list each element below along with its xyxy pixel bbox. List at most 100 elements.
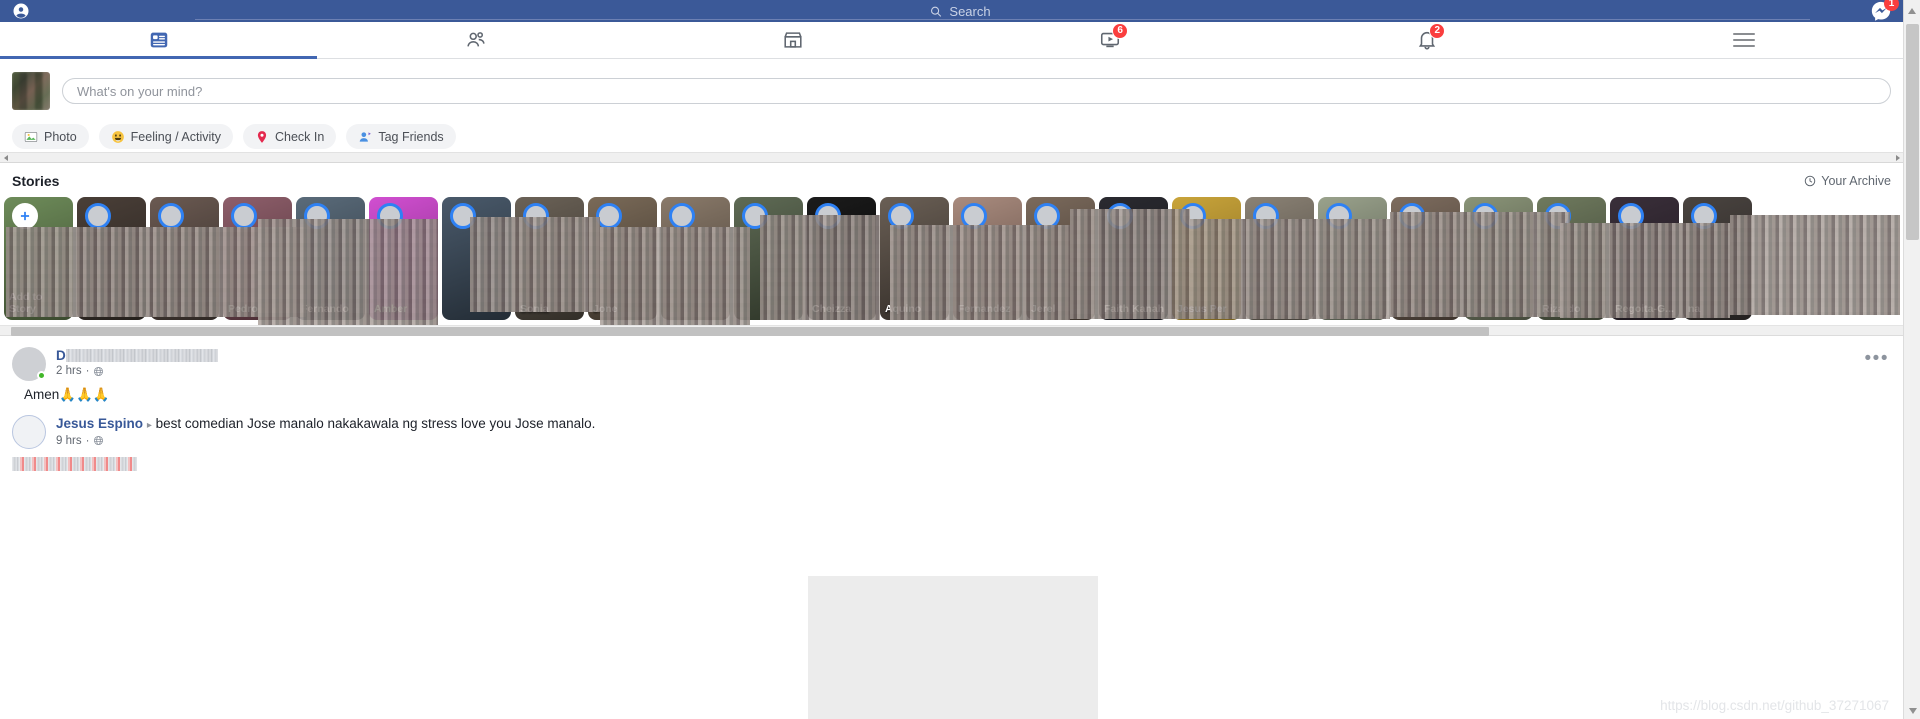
story-name: na bbox=[1688, 302, 1701, 315]
check-in-button[interactable]: Check In bbox=[243, 124, 337, 149]
shared-post-meta: Jesus Espino ▸ best comedian Jose manalo… bbox=[56, 415, 595, 449]
post-author-name[interactable]: D bbox=[56, 348, 66, 363]
globe-icon[interactable] bbox=[93, 435, 104, 446]
sidebar-item-news-feed[interactable] bbox=[0, 22, 318, 59]
story-card[interactable]: Jesus Per bbox=[1172, 197, 1241, 320]
stories-scrollbar[interactable] bbox=[0, 325, 1903, 336]
story-avatar bbox=[304, 203, 330, 229]
page-scrollbar-thumb[interactable] bbox=[1906, 24, 1919, 240]
photo-icon bbox=[24, 130, 38, 144]
story-avatar bbox=[1034, 203, 1060, 229]
story-card[interactable]: Cheizza bbox=[807, 197, 876, 320]
story-card[interactable]: Rizardo bbox=[1537, 197, 1606, 320]
composer-input[interactable]: What's on your mind? bbox=[62, 78, 1891, 104]
scroll-right-arrow[interactable] bbox=[1892, 152, 1903, 163]
story-card[interactable]: Faith Kanah bbox=[1099, 197, 1168, 320]
your-archive-button[interactable]: Your Archive bbox=[1804, 174, 1891, 188]
story-card[interactable] bbox=[1391, 197, 1460, 320]
story-card[interactable] bbox=[1464, 197, 1533, 320]
smiley-icon bbox=[111, 130, 125, 144]
globe-icon[interactable] bbox=[93, 366, 104, 377]
shared-post-author[interactable]: Jesus Espino bbox=[56, 416, 143, 431]
add-to-story-label: Add to Story bbox=[9, 290, 43, 315]
post-timestamp: 2 hrs · bbox=[56, 365, 1891, 377]
stories-scrollbar-thumb[interactable] bbox=[11, 327, 1489, 336]
search-input[interactable]: Search bbox=[949, 5, 990, 18]
shared-post-timestamp: 9 hrs · bbox=[56, 435, 595, 447]
sidebar-item-friends[interactable] bbox=[317, 22, 634, 58]
tag-friends-button[interactable]: Tag Friends bbox=[346, 124, 456, 149]
sidebar-item-watch[interactable]: 6 bbox=[952, 22, 1269, 58]
story-name: Sonia bbox=[520, 302, 549, 315]
sidebar-item-marketplace[interactable] bbox=[634, 22, 951, 58]
story-card[interactable] bbox=[661, 197, 730, 320]
tag-friends-label: Tag Friends bbox=[378, 129, 444, 144]
avatar[interactable] bbox=[12, 347, 46, 381]
friends-icon bbox=[465, 29, 487, 51]
story-card[interactable]: na bbox=[1683, 197, 1752, 320]
story-card[interactable]: Fernandez bbox=[953, 197, 1022, 320]
account-circle-icon[interactable] bbox=[12, 2, 30, 20]
feeling-activity-label: Feeling / Activity bbox=[130, 129, 221, 144]
feeling-activity-button[interactable]: Feeling / Activity bbox=[98, 124, 233, 149]
scroll-up-button[interactable] bbox=[1903, 0, 1920, 22]
story-card[interactable]: Sonia bbox=[515, 197, 584, 320]
avatar[interactable] bbox=[12, 415, 46, 449]
story-avatar bbox=[231, 203, 257, 229]
story-name: Regoita-G... bbox=[1615, 302, 1674, 315]
story-card[interactable] bbox=[77, 197, 146, 320]
story-avatar bbox=[1253, 203, 1279, 229]
story-card[interactable] bbox=[442, 197, 511, 320]
search-box[interactable]: Search bbox=[929, 5, 991, 18]
story-avatar bbox=[596, 203, 622, 229]
story-name: Jesus Per bbox=[1177, 302, 1227, 315]
stories-title: Stories bbox=[12, 173, 60, 189]
story-card[interactable]: Jone bbox=[588, 197, 657, 320]
story-card[interactable]: Regoita-G... bbox=[1610, 197, 1679, 320]
story-card[interactable]: Amber bbox=[369, 197, 438, 320]
story-card[interactable] bbox=[150, 197, 219, 320]
post-composer: What's on your mind? Photo Feeling / Act… bbox=[0, 60, 1903, 158]
composer-placeholder: What's on your mind? bbox=[77, 83, 203, 99]
sidebar-item-menu[interactable] bbox=[1586, 22, 1903, 58]
stories-track: Add to Story Pedro Fernando Amber Sonia Jone C… bbox=[0, 197, 1903, 329]
scroll-down-button[interactable] bbox=[1904, 702, 1920, 719]
story-card[interactable]: Jerel bbox=[1026, 197, 1095, 320]
story-card[interactable]: Aquino bbox=[880, 197, 949, 320]
stories-carousel[interactable]: Add to Story Pedro Fernando Amber Sonia Jone C… bbox=[0, 197, 1903, 329]
story-card[interactable] bbox=[1245, 197, 1314, 320]
sidebar-item-notifications[interactable]: 2 bbox=[1269, 22, 1586, 58]
story-card[interactable]: Pedro bbox=[223, 197, 292, 320]
story-name: Faith Kanah bbox=[1104, 302, 1165, 315]
bell-icon: 2 bbox=[1416, 23, 1446, 51]
story-name: Jerel bbox=[1031, 302, 1056, 315]
story-card[interactable] bbox=[1318, 197, 1387, 320]
story-card[interactable]: Fernando bbox=[296, 197, 365, 320]
story-name: Fernandez bbox=[958, 302, 1011, 315]
avatar[interactable] bbox=[12, 72, 50, 110]
messenger-icon[interactable]: 1 bbox=[1870, 0, 1899, 22]
more-options-icon[interactable]: ••• bbox=[1865, 349, 1889, 368]
news-feed: ••• D 2 hrs · Amen🙏🙏🙏 Jesus Espino ▸ bes… bbox=[0, 337, 1903, 719]
post-body-text: Amen🙏🙏🙏 bbox=[24, 387, 110, 402]
story-name: Rizardo bbox=[1542, 302, 1581, 315]
composer-horizontal-scrollbar[interactable] bbox=[0, 152, 1903, 163]
story-avatar bbox=[1472, 203, 1498, 229]
post-media-placeholder[interactable] bbox=[808, 576, 1098, 719]
notifications-badge: 2 bbox=[1429, 23, 1446, 39]
scroll-left-arrow[interactable] bbox=[0, 152, 11, 163]
post-header: D 2 hrs · bbox=[12, 347, 1891, 381]
story-card[interactable] bbox=[734, 197, 803, 320]
news-feed-icon bbox=[148, 29, 170, 51]
photo-label: Photo bbox=[44, 129, 77, 144]
story-avatar bbox=[523, 203, 549, 229]
shared-post: Jesus Espino ▸ best comedian Jose manalo… bbox=[0, 403, 1903, 449]
marketplace-icon bbox=[782, 29, 804, 51]
story-avatar bbox=[1545, 203, 1571, 229]
main-nav-tabs: 6 2 bbox=[0, 22, 1903, 59]
page-scrollbar[interactable] bbox=[1903, 22, 1920, 719]
photo-button[interactable]: Photo bbox=[12, 124, 89, 149]
story-avatar bbox=[450, 203, 476, 229]
story-name: Cheizza bbox=[812, 302, 852, 315]
add-to-story-card[interactable]: Add to Story bbox=[4, 197, 73, 320]
